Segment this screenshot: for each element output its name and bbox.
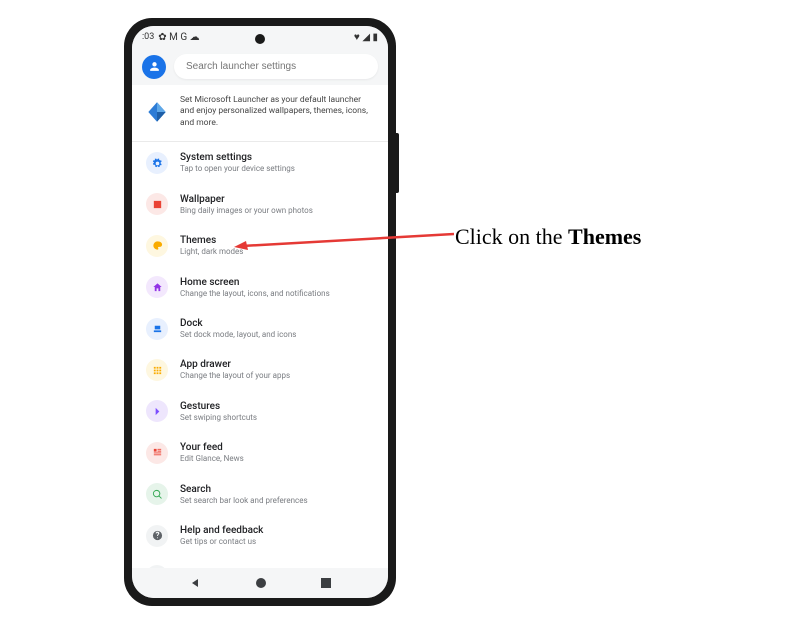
setting-sub: Light, dark modes bbox=[180, 247, 374, 257]
setting-row-themes[interactable]: ThemesLight, dark modes bbox=[132, 225, 388, 266]
avatar[interactable] bbox=[142, 55, 166, 79]
phone-screen: :03 ✿ M G ☁ ♥ ◢ ▮ bbox=[132, 26, 388, 598]
home-icon bbox=[146, 276, 168, 298]
setting-title: Wallpaper bbox=[180, 193, 374, 206]
image-icon bbox=[146, 193, 168, 215]
search-input[interactable] bbox=[174, 54, 378, 79]
setting-row-home-screen[interactable]: Home screenChange the layout, icons, and… bbox=[132, 267, 388, 308]
setting-row-dock[interactable]: DockSet dock mode, layout, and icons bbox=[132, 308, 388, 349]
setting-row-back-up-and-restore[interactable]: Back up and restore bbox=[132, 556, 388, 568]
arrow-icon bbox=[146, 400, 168, 422]
banner-text: Set Microsoft Launcher as your default l… bbox=[180, 95, 376, 129]
annotation-prefix: Click on the bbox=[455, 224, 568, 249]
setting-title: Themes bbox=[180, 234, 374, 247]
setting-row-gestures[interactable]: GesturesSet swiping shortcuts bbox=[132, 391, 388, 432]
setting-row-your-feed[interactable]: Your feedEdit Glance, News bbox=[132, 432, 388, 473]
feed-icon bbox=[146, 442, 168, 464]
palette-icon bbox=[146, 235, 168, 257]
ms-launcher-icon bbox=[144, 99, 170, 125]
nav-recent-icon[interactable] bbox=[321, 578, 331, 588]
banner[interactable]: Set Microsoft Launcher as your default l… bbox=[132, 85, 388, 142]
setting-row-help-and-feedback[interactable]: Help and feedbackGet tips or contact us bbox=[132, 515, 388, 556]
setting-title: Dock bbox=[180, 317, 374, 330]
camera-notch bbox=[255, 34, 265, 44]
setting-row-system-settings[interactable]: System settingsTap to open your device s… bbox=[132, 142, 388, 183]
settings-list: System settingsTap to open your device s… bbox=[132, 142, 388, 568]
setting-title: Home screen bbox=[180, 276, 374, 289]
setting-sub: Set swiping shortcuts bbox=[180, 413, 374, 423]
search-icon bbox=[146, 483, 168, 505]
setting-title: Gestures bbox=[180, 400, 374, 413]
setting-title: Help and feedback bbox=[180, 524, 374, 537]
setting-title: App drawer bbox=[180, 358, 374, 371]
status-icons-right: ♥ ◢ ▮ bbox=[354, 32, 378, 43]
status-icons-left: ✿ M G ☁ bbox=[158, 32, 199, 43]
status-time: :03 bbox=[142, 32, 154, 42]
gear-icon bbox=[146, 152, 168, 174]
nav-home-icon[interactable] bbox=[256, 578, 266, 588]
nav-back-icon[interactable] bbox=[189, 577, 201, 589]
setting-row-wallpaper[interactable]: WallpaperBing daily images or your own p… bbox=[132, 184, 388, 225]
annotation-bold: Themes bbox=[568, 224, 641, 249]
annotation-text: Click on the Themes bbox=[455, 224, 641, 250]
setting-sub: Tap to open your device settings bbox=[180, 164, 374, 174]
setting-sub: Set search bar look and preferences bbox=[180, 496, 374, 506]
setting-sub: Set dock mode, layout, and icons bbox=[180, 330, 374, 340]
setting-row-search[interactable]: SearchSet search bar look and preference… bbox=[132, 474, 388, 515]
setting-row-app-drawer[interactable]: App drawerChange the layout of your apps bbox=[132, 349, 388, 390]
setting-title: Your feed bbox=[180, 441, 374, 454]
setting-sub: Edit Glance, News bbox=[180, 454, 374, 464]
phone-frame: :03 ✿ M G ☁ ♥ ◢ ▮ bbox=[124, 18, 396, 606]
setting-title: System settings bbox=[180, 151, 374, 164]
setting-title: Search bbox=[180, 483, 374, 496]
dock-icon bbox=[146, 318, 168, 340]
person-icon bbox=[148, 60, 161, 73]
help-icon bbox=[146, 525, 168, 547]
setting-sub: Change the layout of your apps bbox=[180, 371, 374, 381]
setting-sub: Get tips or contact us bbox=[180, 537, 374, 547]
setting-sub: Change the layout, icons, and notificati… bbox=[180, 289, 374, 299]
power-button bbox=[396, 133, 399, 193]
nav-bar bbox=[132, 568, 388, 598]
search-row bbox=[132, 48, 388, 85]
grid-icon bbox=[146, 359, 168, 381]
setting-sub: Bing daily images or your own photos bbox=[180, 206, 374, 216]
